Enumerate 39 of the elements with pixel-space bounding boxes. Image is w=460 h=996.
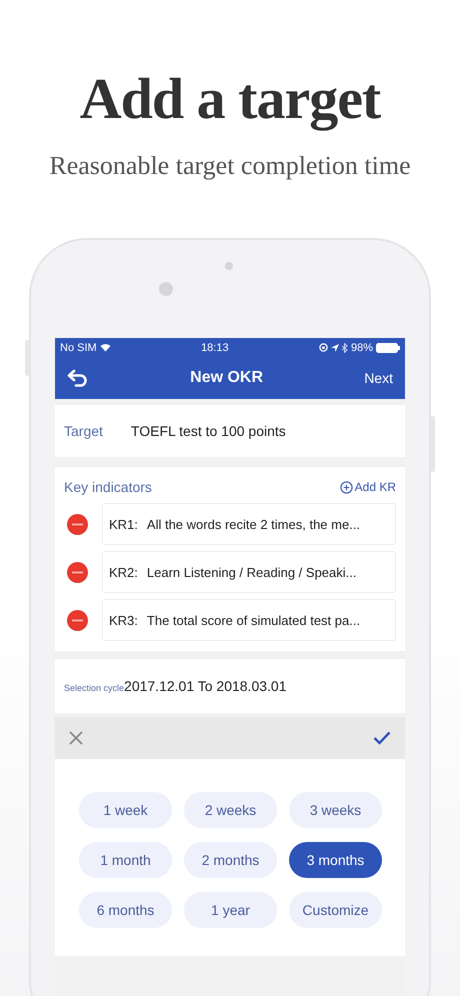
remove-icon[interactable] [67, 514, 88, 534]
duration-option[interactable]: 1 week [79, 792, 172, 828]
location-icon [330, 344, 339, 352]
page-title: Add a target [80, 66, 380, 132]
duration-option[interactable]: 2 months [184, 842, 277, 878]
next-link[interactable]: Next [364, 370, 393, 386]
kr-field[interactable]: KR1: All the words recite 2 times, the me... [102, 503, 396, 545]
target-label: Target [64, 423, 103, 439]
duration-option[interactable]: 2 weeks [184, 792, 277, 828]
duration-option[interactable]: 3 weeks [289, 792, 382, 828]
cycle-value: 2017.12.01 To 2018.03.01 [124, 678, 286, 694]
lock-rotation-icon [318, 343, 328, 352]
plus-circle-icon [340, 480, 353, 494]
duration-option[interactable]: Customize [289, 892, 382, 928]
section-title: Key indicators [64, 479, 152, 495]
checkmark-icon[interactable] [373, 731, 391, 745]
page-subtitle: Reasonable target completion time [49, 150, 411, 182]
kr-field[interactable]: KR2: Learn Listening / Reading / Speaki... [102, 551, 396, 593]
target-value: TOEFL test to 100 points [130, 423, 286, 439]
bluetooth-icon [342, 342, 348, 352]
duration-option[interactable]: 6 months [79, 892, 172, 928]
duration-option[interactable]: 1 month [79, 842, 172, 878]
camera-dot [159, 282, 173, 296]
screen-title: New OKR [190, 369, 264, 387]
remove-icon[interactable] [67, 610, 88, 630]
kr-field[interactable]: KR3: The total score of simulated test pa... [102, 599, 396, 641]
cycle-label: Selection cycle [64, 682, 124, 692]
back-arrow-icon[interactable] [67, 369, 89, 387]
battery-text: 98% [350, 342, 373, 354]
remove-icon[interactable] [67, 562, 88, 582]
speaker-dot [225, 262, 233, 270]
carrier-text: No SIM [60, 342, 97, 354]
add-kr-button[interactable]: Add KR [340, 480, 396, 494]
wifi-icon [100, 343, 111, 352]
duration-option[interactable]: 3 months [289, 842, 382, 878]
battery-icon [376, 342, 400, 352]
close-icon[interactable] [69, 731, 83, 745]
clock-text: 18:13 [201, 342, 229, 354]
duration-option[interactable]: 1 year [184, 892, 277, 928]
